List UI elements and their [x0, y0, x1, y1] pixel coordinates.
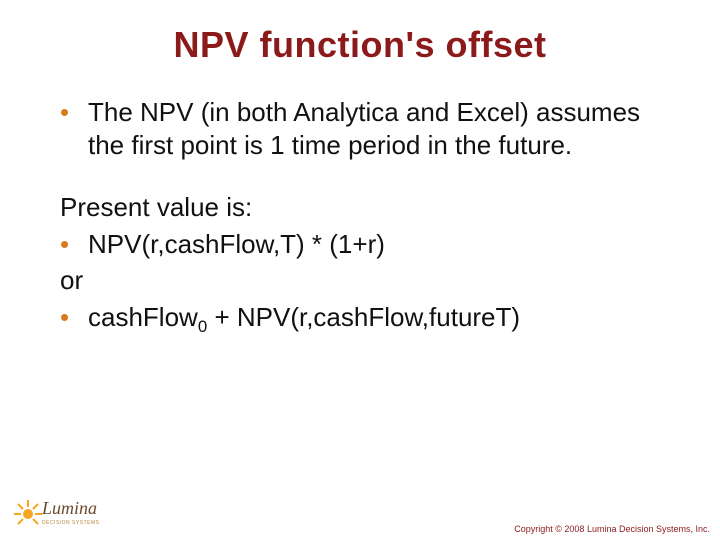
bullet-text: NPV(r,cashFlow,T) * (1+r) [88, 229, 385, 259]
bullet-text: The NPV (in both Analytica and Excel) as… [88, 97, 640, 160]
logo-text: Lumina [41, 498, 97, 518]
logo-subtext: DECISION SYSTEMS [42, 520, 100, 526]
bullet-item: The NPV (in both Analytica and Excel) as… [60, 96, 660, 161]
lumina-logo: Lumina DECISION SYSTEMS [12, 484, 122, 532]
bullet-list-3: cashFlow0 + NPV(r,cashFlow,futureT) [60, 301, 660, 334]
slide-body: The NPV (in both Analytica and Excel) as… [0, 76, 720, 333]
bullet-list-1: The NPV (in both Analytica and Excel) as… [60, 96, 660, 161]
plain-text-line: Present value is: [60, 191, 660, 224]
bullet-text: cashFlow0 + NPV(r,cashFlow,futureT) [88, 302, 520, 332]
bullet-item: NPV(r,cashFlow,T) * (1+r) [60, 228, 660, 261]
slide-title: NPV function's offset [0, 0, 720, 76]
plain-text-line: or [60, 264, 660, 297]
copyright-text: Copyright © 2008 Lumina Decision Systems… [514, 524, 710, 534]
slide: NPV function's offset The NPV (in both A… [0, 0, 720, 540]
bullet-list-2: NPV(r,cashFlow,T) * (1+r) [60, 228, 660, 261]
bullet-item: cashFlow0 + NPV(r,cashFlow,futureT) [60, 301, 660, 334]
